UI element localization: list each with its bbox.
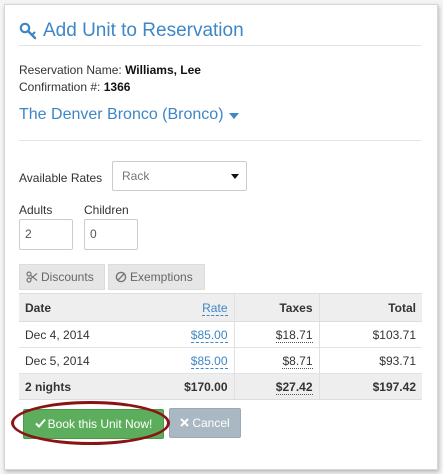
children-label: Children: [84, 203, 129, 217]
adults-input[interactable]: 2: [19, 219, 73, 250]
scissors-icon: [26, 271, 38, 283]
book-unit-button[interactable]: Book this Unit Now!: [23, 409, 164, 439]
rate-link[interactable]: $85.00: [190, 327, 228, 343]
tax-value: $18.71: [275, 327, 313, 343]
dialog-header: Add Unit to Reservation: [19, 19, 244, 43]
header-rate[interactable]: Rate: [139, 293, 234, 322]
available-rates-value: Rack: [122, 169, 150, 183]
unit-selector[interactable]: The Denver Bronco (Bronco): [19, 106, 239, 124]
table-header-row: Date Rate Taxes Total: [19, 293, 422, 322]
adults-label: Adults: [19, 203, 53, 217]
available-rates-select[interactable]: Rack: [112, 161, 247, 191]
header-date: Date: [19, 293, 139, 322]
summary-total: $197.42: [318, 373, 422, 400]
summary-tax-value: $27.42: [275, 379, 313, 395]
exemptions-label: Exemptions: [130, 270, 193, 284]
children-input[interactable]: 0: [84, 219, 138, 250]
discounts-button[interactable]: Discounts: [19, 264, 105, 290]
header-total: Total: [318, 293, 422, 322]
row-total: $103.71: [318, 321, 422, 348]
book-unit-label: Book this Unit Now!: [47, 417, 153, 431]
row-rate[interactable]: $85.00: [139, 321, 234, 348]
select-caret-icon: [231, 174, 239, 179]
exemptions-button[interactable]: Exemptions: [108, 264, 205, 290]
discounts-label: Discounts: [41, 270, 94, 284]
table-row: Dec 5, 2014 $85.00 $8.71 $93.71: [19, 347, 422, 374]
summary-nights: 2 nights: [19, 373, 139, 400]
row-taxes: $18.71: [233, 321, 319, 348]
table-row: Dec 4, 2014 $85.00 $18.71 $103.71: [19, 321, 422, 348]
rate-link[interactable]: $85.00: [190, 353, 228, 369]
cancel-button[interactable]: Cancel: [169, 408, 241, 438]
confirmation-value: 1366: [103, 80, 131, 94]
unit-divider: [19, 140, 421, 141]
header-divider: [19, 45, 421, 46]
available-rates-label: Available Rates: [19, 171, 103, 185]
reservation-name-label: Reservation Name:: [19, 63, 122, 77]
summary-taxes: $27.42: [233, 373, 319, 400]
rates-table: Date Rate Taxes Total Dec 4, 2014 $85.00…: [19, 293, 422, 400]
close-icon: [180, 409, 190, 437]
row-date: Dec 4, 2014: [19, 321, 139, 348]
caret-down-icon[interactable]: [228, 113, 239, 119]
header-rate-link[interactable]: Rate: [202, 300, 228, 316]
header-taxes: Taxes: [233, 293, 319, 322]
ban-icon: [115, 271, 127, 283]
add-unit-dialog: Add Unit to Reservation Reservation Name…: [4, 4, 438, 470]
summary-row: 2 nights $170.00 $27.42 $197.42: [19, 373, 422, 400]
reservation-name: Reservation Name: Williams, Lee: [19, 63, 201, 77]
confirmation-number: Confirmation #: 1366: [19, 80, 130, 94]
dialog-title: Add Unit to Reservation: [43, 20, 244, 41]
summary-rate: $170.00: [139, 373, 234, 400]
cancel-label: Cancel: [192, 416, 230, 430]
row-date: Dec 5, 2014: [19, 347, 139, 374]
row-total: $93.71: [318, 347, 422, 374]
check-icon: [34, 410, 46, 438]
row-rate[interactable]: $85.00: [139, 347, 234, 374]
confirmation-label: Confirmation #:: [19, 80, 101, 94]
key-icon: [19, 22, 37, 40]
tax-value: $8.71: [282, 353, 313, 369]
row-taxes: $8.71: [233, 347, 319, 374]
reservation-name-value: Williams, Lee: [125, 63, 201, 77]
unit-name[interactable]: The Denver Bronco (Bronco): [19, 106, 224, 124]
